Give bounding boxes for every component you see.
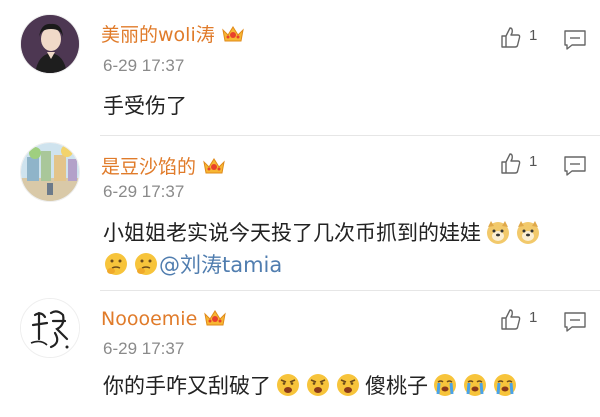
comment-bubble-icon: [564, 156, 586, 176]
avatar[interactable]: [20, 298, 80, 358]
doge-emoji-icon: [515, 219, 541, 250]
reply-button[interactable]: [563, 155, 587, 177]
angry-emoji-icon: [305, 372, 331, 403]
like-count: 1: [529, 153, 538, 170]
like-count: 1: [529, 309, 538, 326]
crying-emoji-icon: [462, 372, 488, 403]
crying-emoji-icon: [432, 372, 458, 403]
comment-text: 你的手咋又刮破了 傻桃子: [103, 370, 518, 403]
like-count: 1: [529, 27, 538, 44]
comment-bubble-icon: [564, 30, 586, 50]
username[interactable]: 是豆沙馅的: [101, 152, 226, 181]
mention-link[interactable]: @刘涛tamia: [159, 253, 282, 277]
comment-item: 是豆沙馅的 6-29 17:37 小姐姐老实说今天投了几次币抓到的娃娃 @刘涛t…: [0, 135, 600, 290]
thumbs-up-icon: [501, 309, 521, 330]
crying-emoji-icon: [492, 372, 518, 403]
timestamp: 6-29 17:37: [103, 56, 185, 75]
like-button[interactable]: 1: [499, 26, 547, 50]
crown-icon: [221, 24, 245, 49]
reply-button[interactable]: [563, 311, 587, 333]
comment-item: 美丽的woli涛 6-29 17:37 手受伤了 1: [0, 0, 600, 135]
thumbs-up-icon: [501, 27, 521, 48]
timestamp: 6-29 17:37: [103, 182, 185, 201]
like-button[interactable]: 1: [499, 152, 547, 176]
comment-bubble-icon: [564, 312, 586, 332]
like-button[interactable]: 1: [499, 308, 547, 332]
reply-button[interactable]: [563, 29, 587, 51]
avatar[interactable]: [20, 142, 80, 202]
username[interactable]: Noooemie: [101, 308, 227, 333]
angry-emoji-icon: [335, 372, 361, 403]
comment-text: 小姐姐老实说今天投了几次币抓到的娃娃: [103, 217, 541, 250]
comment-text: 手受伤了: [103, 94, 187, 118]
angry-emoji-icon: [275, 372, 301, 403]
thumbs-up-icon: [501, 153, 521, 174]
avatar[interactable]: [20, 14, 80, 74]
comment-text-line2: @刘涛tamia: [103, 249, 282, 282]
timestamp: 6-29 17:37: [103, 339, 185, 358]
comment-item: Noooemie 6-29 17:37 你的手咋又刮破了 傻桃子 1: [0, 290, 600, 417]
thinking-emoji-icon: [133, 251, 159, 282]
doge-emoji-icon: [485, 219, 511, 250]
crown-icon: [202, 156, 226, 181]
thinking-emoji-icon: [103, 251, 129, 282]
crown-icon: [203, 308, 227, 333]
username[interactable]: 美丽的woli涛: [101, 20, 245, 49]
